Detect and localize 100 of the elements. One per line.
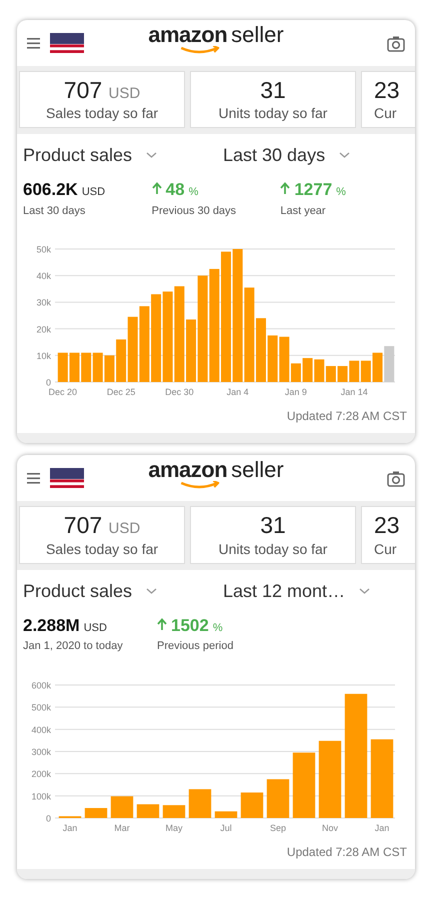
stat-value: 1502	[171, 614, 209, 637]
bar	[326, 366, 336, 382]
stat-unit: %	[212, 620, 223, 636]
smile-arrow-icon	[179, 481, 219, 490]
axis-label: Jan	[374, 822, 390, 833]
brand-name: amazon	[148, 24, 228, 46]
bar	[338, 366, 348, 382]
stat-unit: %	[336, 185, 346, 200]
flag-icon[interactable]	[50, 33, 84, 53]
axis-label: 400k	[31, 724, 51, 735]
stat-value: 606.2K	[23, 179, 78, 202]
dropdown[interactable]: Last 12 mont…	[223, 578, 370, 605]
stat-label: Last year	[280, 204, 326, 217]
brand-name: amazon	[148, 459, 228, 482]
stat-label: Previous period	[157, 640, 234, 652]
axis-label: Jan 9	[284, 387, 307, 398]
axis-label: 600k	[31, 680, 51, 690]
stat-unit: USD	[82, 185, 106, 200]
dropdown[interactable]: Product sales	[23, 578, 223, 605]
arrow-up-icon	[280, 182, 290, 196]
smile-arrow-icon	[179, 46, 219, 54]
axis-label: Mar	[114, 822, 130, 833]
stat-tile[interactable]: 31 Units today so far	[190, 506, 356, 564]
axis-label: Jul	[220, 822, 232, 833]
arrow-up-icon	[152, 182, 162, 196]
product-name: seller	[231, 24, 284, 46]
tile-value: 31	[260, 512, 286, 538]
tile-label: Sales today so far	[46, 540, 158, 557]
axis-label: 50k	[36, 244, 51, 255]
axis-label: 0	[46, 813, 51, 824]
bar	[162, 805, 186, 818]
tile-unit: USD	[108, 85, 140, 102]
bar	[136, 804, 160, 818]
tile-value: 23	[374, 77, 400, 103]
bar	[292, 752, 316, 818]
tile-label: Sales today so far	[46, 105, 158, 122]
axis-label: 10k	[36, 351, 51, 362]
dropdown[interactable]: Last 30 days	[223, 142, 350, 170]
bar	[81, 353, 92, 382]
axis-label: 100k	[31, 791, 51, 802]
tile-value: 707	[64, 77, 102, 103]
bar	[110, 796, 134, 818]
updated-time: Updated 7:28 AM CST	[286, 844, 407, 859]
bar	[84, 808, 108, 818]
chevron-down-icon	[146, 588, 158, 595]
bar	[302, 358, 313, 382]
bar	[266, 779, 290, 818]
menu-icon[interactable]	[27, 472, 40, 484]
arrow-up-icon	[157, 618, 167, 631]
bar	[372, 353, 383, 382]
axis-label: Dec 25	[106, 387, 136, 398]
axis-label: Nov	[322, 822, 338, 833]
chevron-down-icon	[359, 588, 370, 595]
stat-tile[interactable]: 23 Cur	[361, 71, 415, 128]
axis-label: 30k	[36, 298, 51, 308]
tile-value: 23	[374, 512, 400, 538]
axis-label: 500k	[31, 702, 51, 713]
updated-time: Updated 7:28 AM CST	[286, 409, 407, 424]
stat-label: Jan 1, 2020 to today	[23, 640, 123, 652]
axis-label: Jan 14	[340, 387, 368, 398]
axis-label: May	[166, 822, 182, 833]
bar	[104, 356, 114, 382]
bar	[92, 353, 103, 382]
axis-label: Dec 20	[48, 387, 78, 398]
stat-tile[interactable]: 707 USD Sales today so far	[19, 506, 185, 564]
tile-label: Units today so far	[218, 540, 328, 557]
axis-label: 0	[46, 378, 51, 388]
stat-label: Last 30 days	[23, 204, 86, 217]
stat-unit: %	[188, 185, 198, 200]
axis-label: Dec 30	[165, 387, 194, 398]
bar	[360, 361, 371, 382]
bar	[314, 360, 324, 382]
stat-tile[interactable]: 707 USD Sales today so far	[19, 71, 185, 128]
tile-label: Cur	[374, 105, 397, 122]
axis-label: Jan 4	[226, 387, 249, 398]
stat-tile[interactable]: 31 Units today so far	[190, 71, 356, 128]
tile-value: 31	[260, 77, 286, 103]
chevron-down-icon	[146, 152, 158, 160]
axis-label: 200k	[31, 769, 51, 780]
dropdown[interactable]: Product sales	[23, 142, 223, 170]
bar	[69, 353, 80, 382]
product-name: seller	[231, 459, 284, 482]
camera-icon[interactable]	[387, 470, 405, 487]
flag-icon[interactable]	[50, 468, 84, 488]
bar	[188, 789, 212, 818]
bar	[349, 361, 360, 382]
menu-icon[interactable]	[27, 38, 40, 48]
axis-label: 300k	[31, 746, 51, 757]
axis-label: 20k	[36, 324, 51, 335]
stat-tile[interactable]: 23 Cur	[361, 506, 415, 564]
stat-value: 48	[166, 179, 185, 202]
bar	[214, 811, 238, 818]
axis-label: 40k	[36, 272, 51, 282]
tile-unit: USD	[108, 520, 140, 538]
bar	[58, 353, 68, 382]
bar	[268, 336, 278, 382]
camera-icon[interactable]	[387, 34, 405, 52]
axis-label: Sep	[270, 822, 286, 833]
chevron-down-icon	[339, 152, 350, 160]
tile-label: Cur	[374, 540, 397, 557]
